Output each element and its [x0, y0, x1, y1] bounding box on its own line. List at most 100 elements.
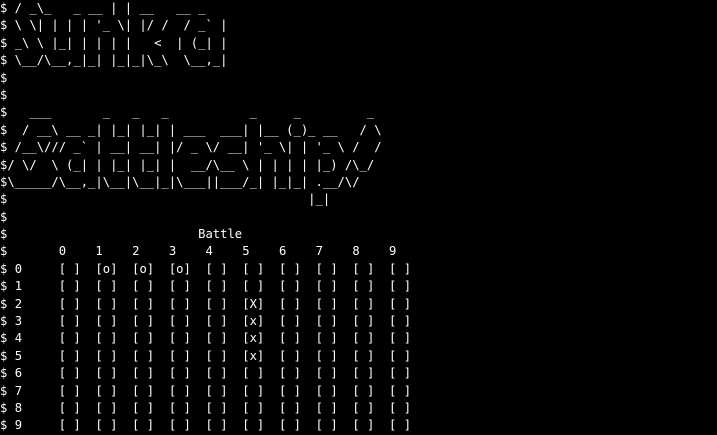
board-cell[interactable]: [ ] [316, 331, 338, 345]
board-cell[interactable]: [ ] [59, 279, 81, 293]
board-cell[interactable]: [ ] [242, 384, 264, 398]
board-cell[interactable]: [ ] [389, 331, 411, 345]
board-cell[interactable]: [ ] [169, 279, 191, 293]
board-cell[interactable]: [ ] [132, 331, 154, 345]
board-cell[interactable]: [ ] [352, 297, 374, 311]
board-cell[interactable]: [ ] [389, 366, 411, 380]
board-cell[interactable]: [ ] [206, 384, 228, 398]
board-cell[interactable]: [ ] [242, 418, 264, 432]
board-cell[interactable]: [ ] [95, 349, 117, 363]
board-cell[interactable]: [ ] [59, 297, 81, 311]
board-cell[interactable]: [ ] [132, 366, 154, 380]
board-cell[interactable]: [ ] [389, 262, 411, 276]
board-cell[interactable]: [ ] [169, 314, 191, 328]
board-cell[interactable]: [ ] [352, 331, 374, 345]
board-cell[interactable]: [ ] [206, 418, 228, 432]
board-cell[interactable]: [ ] [169, 401, 191, 415]
board-cell[interactable]: [ ] [59, 349, 81, 363]
board-cell[interactable]: [x] [242, 314, 264, 328]
board-cell[interactable]: [ ] [132, 279, 154, 293]
board-cell[interactable]: [ ] [95, 366, 117, 380]
board-cell[interactable]: [ ] [279, 331, 301, 345]
board-cell[interactable]: [ ] [316, 349, 338, 363]
board-cell[interactable]: [ ] [132, 297, 154, 311]
board-cell[interactable]: [ ] [206, 366, 228, 380]
board-cell[interactable]: [ ] [279, 314, 301, 328]
board-cell[interactable]: [ ] [279, 262, 301, 276]
board-cell[interactable]: [ ] [352, 314, 374, 328]
board-cell[interactable]: [ ] [206, 279, 228, 293]
board-cell[interactable]: [ ] [132, 384, 154, 398]
board-cell[interactable]: [ ] [242, 262, 264, 276]
board-cell[interactable]: [ ] [132, 349, 154, 363]
board-cell[interactable]: [ ] [59, 418, 81, 432]
board-cell[interactable]: [ ] [389, 349, 411, 363]
board-cell[interactable]: [ ] [206, 401, 228, 415]
board-cell[interactable]: [ ] [316, 401, 338, 415]
board-cell[interactable]: [ ] [206, 314, 228, 328]
board-cell[interactable]: [ ] [279, 297, 301, 311]
board-cell[interactable]: [ ] [316, 314, 338, 328]
board-cell[interactable]: [ ] [316, 279, 338, 293]
board-cell[interactable]: [ ] [352, 349, 374, 363]
board-cell[interactable]: [ ] [389, 314, 411, 328]
board-cell[interactable]: [ ] [279, 279, 301, 293]
terminal-window[interactable]: $ / _\_ _ __ | | __ __ _ $ \ \| | | | '_… [0, 0, 717, 432]
board-cell[interactable]: [ ] [59, 262, 81, 276]
board-cell[interactable]: [ ] [169, 349, 191, 363]
board-cell[interactable]: [x] [242, 331, 264, 345]
board-cell[interactable]: [ ] [316, 384, 338, 398]
board-cell[interactable]: [ ] [169, 297, 191, 311]
board-cell[interactable]: [ ] [242, 279, 264, 293]
board-cell[interactable]: [ ] [352, 279, 374, 293]
board-cell[interactable]: [x] [242, 349, 264, 363]
board-cell[interactable]: [ ] [206, 331, 228, 345]
board-cell[interactable]: [ ] [316, 418, 338, 432]
board-cell[interactable]: [ ] [316, 262, 338, 276]
board-cell[interactable]: [ ] [132, 314, 154, 328]
board-cell[interactable]: [ ] [95, 314, 117, 328]
board-cell[interactable]: [ ] [389, 297, 411, 311]
board-cell[interactable]: [ ] [132, 401, 154, 415]
board-cell[interactable]: [ ] [352, 418, 374, 432]
board-cell[interactable]: [ ] [206, 262, 228, 276]
board-cell[interactable]: [ ] [279, 349, 301, 363]
board-cell[interactable]: [ ] [169, 331, 191, 345]
board-cell[interactable]: [ ] [59, 366, 81, 380]
board-cell[interactable]: [ ] [95, 384, 117, 398]
board-cell[interactable]: [ ] [242, 401, 264, 415]
board-cell[interactable]: [ ] [95, 331, 117, 345]
board-cell[interactable]: [ ] [279, 401, 301, 415]
board-cell[interactable]: [ ] [279, 366, 301, 380]
board-cell[interactable]: [ ] [279, 418, 301, 432]
board-cell[interactable]: [X] [242, 297, 264, 311]
board-cell[interactable]: [o] [95, 262, 117, 276]
board-cell[interactable]: [ ] [59, 314, 81, 328]
board-cell[interactable]: [ ] [95, 418, 117, 432]
board-cell[interactable]: [ ] [59, 331, 81, 345]
board-cell[interactable]: [ ] [279, 384, 301, 398]
board-cell[interactable]: [ ] [352, 384, 374, 398]
board-cell[interactable]: [ ] [95, 297, 117, 311]
board-cell[interactable]: [ ] [59, 401, 81, 415]
board-cell[interactable]: [ ] [316, 366, 338, 380]
board-cell[interactable]: [ ] [95, 279, 117, 293]
board-cell[interactable]: [o] [132, 262, 154, 276]
board-cell[interactable]: [ ] [169, 366, 191, 380]
board-cell[interactable]: [o] [169, 262, 191, 276]
board-cell[interactable]: [ ] [389, 401, 411, 415]
board-cell[interactable]: [ ] [316, 297, 338, 311]
board-cell[interactable]: [ ] [352, 366, 374, 380]
board-cell[interactable]: [ ] [59, 384, 81, 398]
board-cell[interactable]: [ ] [352, 262, 374, 276]
board-cell[interactable]: [ ] [169, 418, 191, 432]
board-cell[interactable]: [ ] [389, 384, 411, 398]
board-cell[interactable]: [ ] [95, 401, 117, 415]
board-cell[interactable]: [ ] [242, 366, 264, 380]
board-cell[interactable]: [ ] [389, 418, 411, 432]
board-cell[interactable]: [ ] [389, 279, 411, 293]
board-cell[interactable]: [ ] [352, 401, 374, 415]
board-cell[interactable]: [ ] [169, 384, 191, 398]
board-cell[interactable]: [ ] [206, 297, 228, 311]
board-cell[interactable]: [ ] [206, 349, 228, 363]
